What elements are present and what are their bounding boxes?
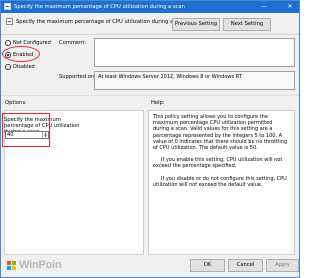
enabled-highlight-annotation	[2, 46, 40, 62]
radio-disabled-dot[interactable]	[5, 64, 11, 70]
radio-disabled-label: Disabled	[13, 64, 35, 70]
comment-label: Comment:	[59, 40, 87, 46]
cancel-button[interactable]: Cancel	[228, 259, 263, 272]
close-button[interactable]: ✕	[281, 1, 299, 13]
policy-dialog: Specify the maximum percentage of CPU ut…	[0, 0, 300, 278]
apply-button[interactable]: Apply	[266, 259, 299, 272]
supported-on-value: At least Windows Server 2012, Windows 8 …	[94, 71, 295, 90]
previous-setting-button[interactable]: Previous Setting	[172, 18, 220, 31]
policy-icon	[4, 3, 11, 10]
setting-icon	[6, 18, 13, 25]
windows-logo-icon	[7, 260, 17, 270]
radio-disabled[interactable]: Disabled	[5, 63, 60, 71]
next-setting-button[interactable]: Next Setting	[223, 18, 271, 31]
help-paragraph: If you enable this setting, CPU utilizat…	[153, 157, 283, 170]
watermark-text: WinPoin	[19, 259, 62, 271]
help-panel: This policy setting allows you to config…	[148, 110, 295, 255]
section-divider	[1, 95, 299, 96]
setting-title: Specify the maximum percentage of CPU ut…	[16, 19, 187, 25]
ok-button[interactable]: OK	[190, 259, 225, 272]
option-highlight-annotation	[2, 113, 50, 147]
options-label: Options:	[5, 100, 27, 106]
winpoin-watermark: WinPoin	[7, 259, 62, 271]
window-title: Specify the maximum percentage of CPU ut…	[14, 4, 185, 10]
minimize-button[interactable]: —	[257, 1, 271, 13]
help-paragraph: If you disable or do not configure this …	[153, 175, 287, 188]
radio-not-configured-dot[interactable]	[5, 40, 11, 46]
header-divider	[1, 34, 299, 35]
comment-textarea[interactable]	[94, 38, 295, 67]
title-bar[interactable]: Specify the maximum percentage of CPU ut…	[1, 1, 299, 13]
help-label: Help:	[151, 100, 165, 106]
help-paragraph: This policy setting allows you to config…	[153, 114, 288, 152]
supported-on-label: Supported on:	[59, 74, 96, 80]
